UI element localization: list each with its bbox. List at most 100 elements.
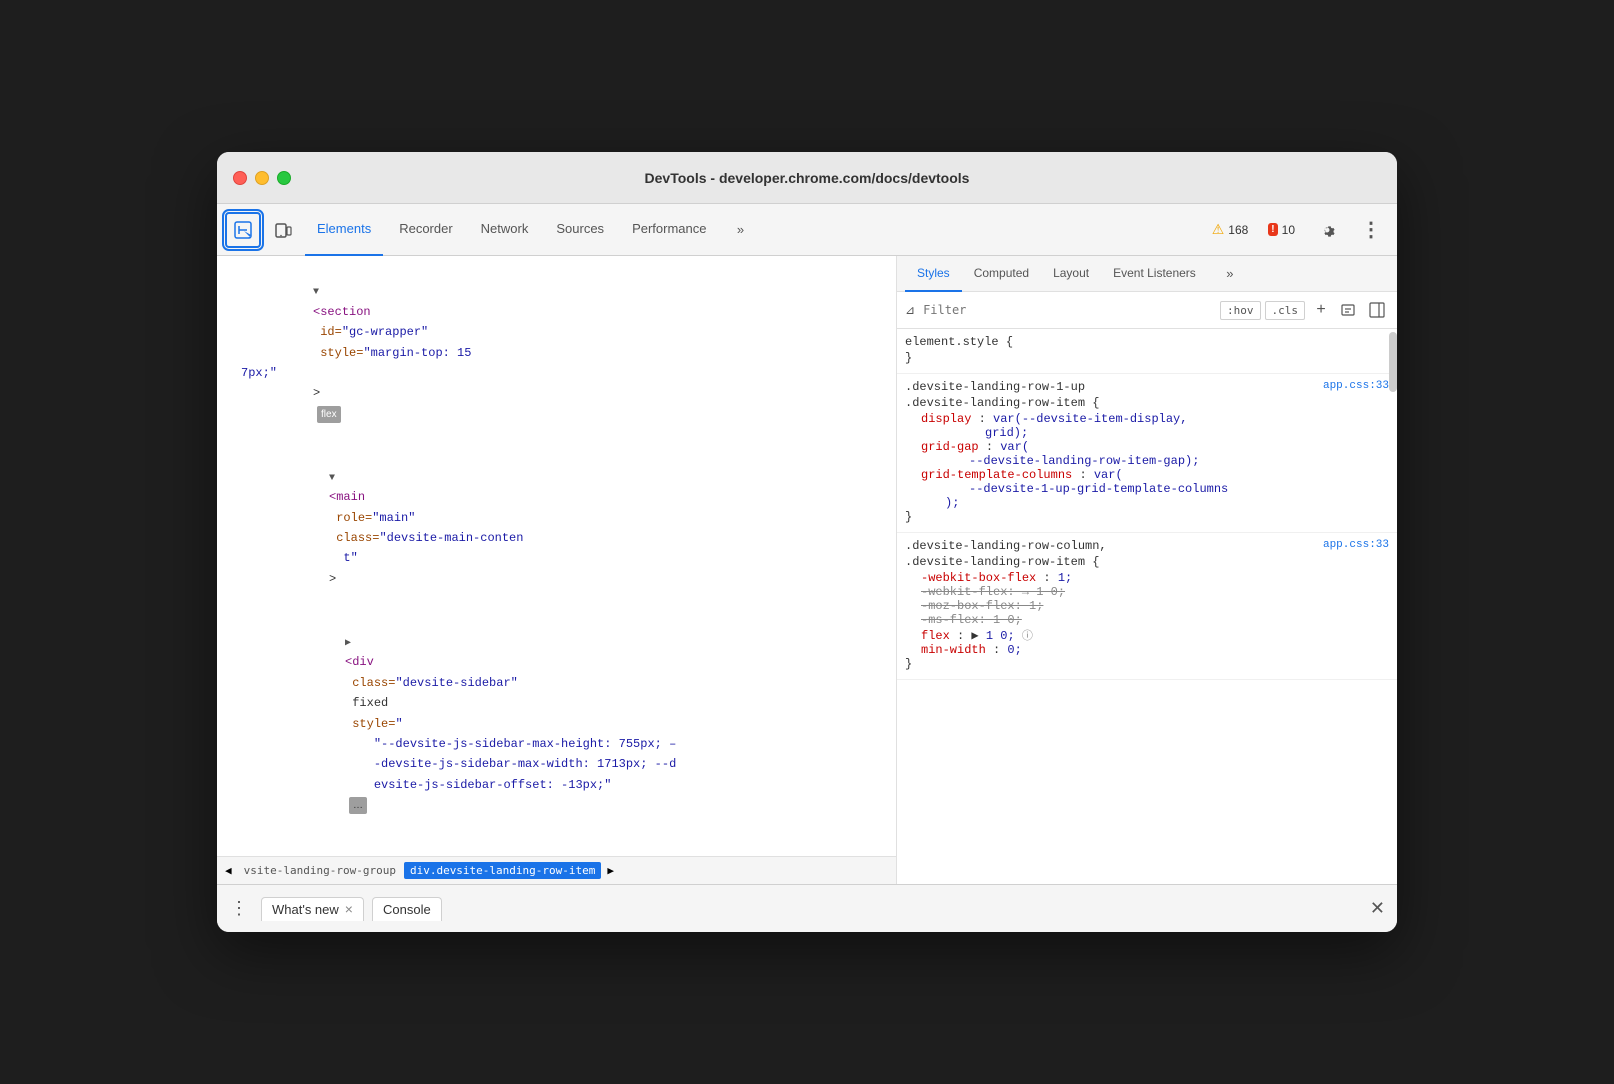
val: "main" (372, 511, 415, 525)
attr2: class= (329, 531, 379, 545)
prop-name: flex (921, 629, 950, 643)
val2: " "--devsite-js-sidebar-max-height: 755p… (273, 717, 676, 792)
breadcrumb-item-2[interactable]: div.devsite-landing-row-item (404, 862, 601, 879)
inspect-element-button[interactable] (225, 212, 261, 248)
warning-icon: ⚠ (1212, 221, 1225, 238)
more-options-button[interactable]: ⋮ (1353, 212, 1389, 248)
expand-arrow[interactable]: ▼ (329, 470, 341, 487)
drawer-menu-button[interactable]: ⋮ (225, 895, 253, 923)
filter-input[interactable] (923, 303, 1212, 317)
breadcrumb-nav-back[interactable]: ◀ (221, 862, 236, 879)
warning-badge: ⚠ 168 (1206, 219, 1255, 240)
prop-name: -webkit-box-flex (921, 571, 1036, 585)
prop-name: grid-template-columns (921, 468, 1072, 482)
colon: : (979, 412, 993, 426)
tag: <div (345, 655, 374, 669)
sel1: .devsite-landing-row-1-up (905, 380, 1085, 394)
prop-val: var( (1094, 468, 1123, 482)
maximize-button[interactable] (277, 171, 291, 185)
device-toolbar-button[interactable] (265, 212, 301, 248)
style-property-display2: grid); (905, 426, 1389, 440)
tag: <section (313, 305, 371, 319)
tag: <main (329, 490, 365, 504)
scrollbar[interactable] (1389, 292, 1397, 884)
val: "gc-wrapper" (342, 325, 428, 339)
toggle-sidebar-button[interactable] (1365, 298, 1389, 322)
style-selector-2: .devsite-landing-row-item { (905, 396, 1389, 410)
prop-val: 1; (1058, 571, 1072, 585)
prop-name: min-width (921, 643, 986, 657)
flex-info-icon: ⓘ (1022, 631, 1033, 643)
settings-button[interactable] (1309, 212, 1345, 248)
style-rule-2: .devsite-landing-row-column, app.css:33 … (897, 533, 1397, 680)
warning-count: 168 (1228, 223, 1248, 237)
elements-panel: ▼ <section id="gc-wrapper" style="margin… (217, 256, 897, 884)
error-count: 10 (1282, 223, 1295, 237)
toolbar-right: ⚠ 168 ! 10 ⋮ (1206, 212, 1389, 248)
prop-val: 0; (1007, 643, 1021, 657)
breadcrumb-nav-forward[interactable]: ▶ (603, 862, 618, 879)
breadcrumb-item-1[interactable]: vsite-landing-row-group (238, 862, 402, 879)
prop-val3: ); (945, 496, 959, 510)
filter-hov-button[interactable]: :hov (1220, 301, 1261, 320)
styles-filter: ⊿ :hov .cls + (897, 292, 1397, 329)
flex-expand[interactable]: ▶ (971, 629, 978, 643)
prop-name-strike: -webkit-flex: → 1 0; (921, 585, 1065, 599)
prop-val: var( (1000, 440, 1029, 454)
window-title: DevTools - developer.chrome.com/docs/dev… (645, 170, 970, 186)
prop-val2: --devsite-landing-row-item-gap); (969, 454, 1199, 468)
file-link-1[interactable]: app.css:33 (1323, 380, 1389, 392)
close-brace2: } (905, 510, 912, 524)
style-rule-element: element.style { } (897, 329, 1397, 374)
right-panel-wrapper: Styles Computed Layout Event Listeners »… (897, 256, 1397, 884)
drawer-close-button[interactable]: ✕ (1366, 894, 1389, 923)
style-close: } (905, 351, 1389, 365)
style-property-webkit-flex: -webkit-flex: → 1 0; (905, 585, 1389, 599)
style-selector-3: .devsite-landing-row-column, app.css:33 (905, 539, 1389, 553)
tab-elements[interactable]: Elements (305, 204, 383, 256)
expand-arrow[interactable]: ▶ (345, 635, 357, 652)
tab-network[interactable]: Network (469, 204, 541, 256)
console-tab[interactable]: Console (372, 897, 442, 921)
val2: "devsite-main-conten t" (257, 531, 523, 565)
tab-event-listeners[interactable]: Event Listeners (1101, 256, 1208, 292)
expand-arrow[interactable]: ▼ (313, 284, 325, 301)
styles-tabs: Styles Computed Layout Event Listeners » (897, 256, 1397, 292)
attr: role= (329, 511, 372, 525)
add-style-rule-button[interactable]: + (1309, 298, 1333, 322)
html-line[interactable]: ▼ <main role="main" class="devsite-main-… (217, 446, 896, 611)
tab-layout[interactable]: Layout (1041, 256, 1101, 292)
sel2: .devsite-landing-row-item { (905, 396, 1099, 410)
tab-performance[interactable]: Performance (620, 204, 718, 256)
style-property-flex: flex : ▶ 1 0; ⓘ (905, 627, 1389, 643)
scrollbar-thumb[interactable] (1389, 332, 1397, 392)
whats-new-label: What's new (272, 902, 339, 917)
prop-name: grid-gap (921, 440, 979, 454)
tab-sources[interactable]: Sources (544, 204, 616, 256)
close-button[interactable] (233, 171, 247, 185)
more-styles-tabs[interactable]: » (1212, 256, 1248, 292)
whats-new-tab[interactable]: What's new × (261, 897, 364, 921)
tab-recorder[interactable]: Recorder (387, 204, 464, 256)
style-property-ms-flex: -ms-flex: 1 0; (905, 613, 1389, 627)
bottom-drawer: ⋮ What's new × Console ✕ (217, 884, 1397, 932)
whats-new-close-button[interactable]: × (345, 902, 353, 916)
more-tabs-button[interactable]: » (722, 212, 758, 248)
close-brace3: } (905, 657, 912, 671)
html-line[interactable]: </div> (217, 837, 896, 856)
flex-badge: flex (317, 406, 341, 423)
minimize-button[interactable] (255, 171, 269, 185)
filter-icon: ⊿ (905, 303, 915, 318)
attr: id= (313, 325, 342, 339)
html-line[interactable]: ▼ <section id="gc-wrapper" style="margin… (217, 260, 896, 446)
new-style-rule-button[interactable] (1337, 298, 1361, 322)
file-link-2[interactable]: app.css:33 (1323, 539, 1389, 551)
tab-computed[interactable]: Computed (962, 256, 1041, 292)
attr2: style= (345, 717, 395, 731)
style-property-display: display : var(--devsite-item-display, (905, 412, 1389, 426)
filter-cls-button[interactable]: .cls (1265, 301, 1306, 320)
main-content: ▼ <section id="gc-wrapper" style="margin… (217, 256, 1397, 884)
prop-val: var(--devsite-item-display, (993, 412, 1187, 426)
tab-styles[interactable]: Styles (905, 256, 962, 292)
html-line[interactable]: ▶ <div class="devsite-sidebar" fixed sty… (217, 611, 896, 837)
